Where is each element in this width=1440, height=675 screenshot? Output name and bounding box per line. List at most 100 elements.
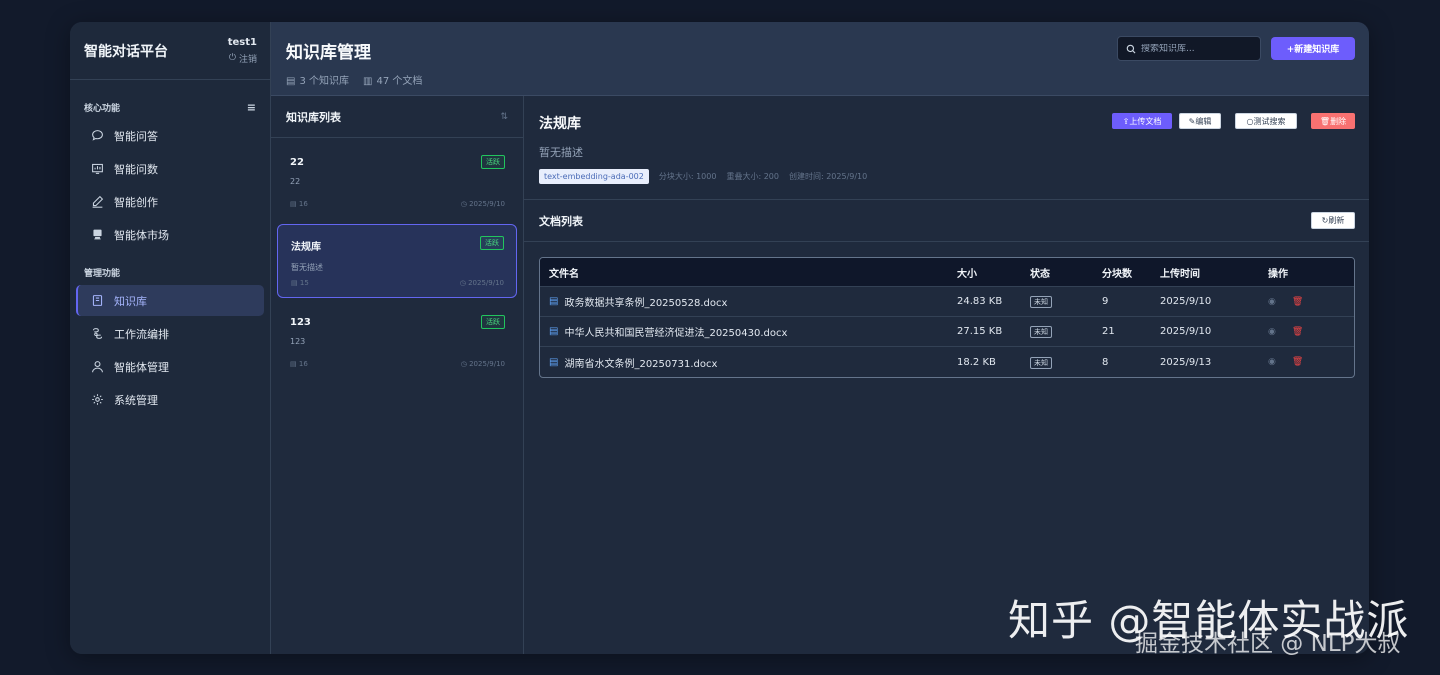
kb-card-docs-count: 15 (299, 279, 309, 287)
kb-card-docs-count: 16 (298, 200, 308, 208)
sidebar-item-data[interactable]: 智能问数 (76, 153, 264, 184)
trash-icon[interactable]: 🗑 (1292, 357, 1303, 367)
delete-button[interactable]: 🗑 删除 (1311, 113, 1355, 129)
kb-card-date-value: 2025/9/10 (469, 200, 505, 208)
section-core: 核心功能 ≡ (70, 101, 270, 114)
sidebar-item-system[interactable]: 系统管理 (76, 384, 264, 415)
chunk-size: 分块大小: 1000 (658, 172, 717, 181)
sort-icon[interactable]: ⇅ (500, 112, 508, 122)
doc-list-title: 文档列表 (539, 214, 583, 228)
doc-name-cell[interactable]: ▤ 中华人民共和国民营经济促进法_20250430.docx (540, 324, 957, 339)
col-upload-time: 上传时间 (1160, 268, 1200, 280)
doc-name-cell[interactable]: ▤ 政务数据共享条例_20250528.docx (540, 294, 957, 309)
kb-card[interactable]: 22 活跃 22 ▤ 16 ◷ 2025/9/10 (277, 144, 517, 218)
upload-icon: ⇪ (1122, 116, 1130, 126)
sidebar: 智能对话平台 test1 ⏻ 注销 核心功能 ≡ 智能问答 智能问数 智能创作 … (70, 22, 271, 654)
kb-list-title: 知识库列表 (286, 110, 341, 124)
table-row: ▤ 政务数据共享条例_20250528.docx 24.83 KB 未知 9 20… (540, 287, 1354, 317)
refresh-icon: ↻ (1321, 216, 1329, 225)
search-box[interactable] (1117, 36, 1261, 61)
doc-status-cell: 未知 (1030, 296, 1102, 308)
app-window: 智能对话平台 test1 ⏻ 注销 核心功能 ≡ 智能问答 智能问数 智能创作 … (70, 22, 1369, 654)
doc-actions: ◉ 🗑 (1268, 357, 1328, 367)
kb-detail-tags: text-embedding-ada-002 分块大小: 1000 重叠大小: … (539, 169, 1354, 184)
new-kb-button[interactable]: +新建知识库 (1271, 37, 1355, 60)
kb-count: ▤ 3 个知识库 (286, 72, 349, 87)
doc-upload-time: 2025/9/10 (1160, 326, 1212, 337)
main-area: 知识库管理 ▤3 个知识库 ▥47 个文档 +新建知识库 知识库列表 ⇅ 22 (271, 22, 1369, 654)
eye-icon[interactable]: ◉ (1268, 327, 1276, 337)
kb-card-date-value: 2025/9/10 (468, 279, 504, 287)
document-icon: ▤ (291, 279, 298, 287)
refresh-button[interactable]: ↻ 刷新 (1311, 212, 1355, 229)
file-icon: ▤ (549, 296, 559, 307)
kb-list-header: 知识库列表 ⇅ (271, 96, 523, 138)
col-chunks: 分块数 (1102, 268, 1132, 280)
doc-actions: ◉ 🗑 (1268, 297, 1328, 307)
sidebar-item-create[interactable]: 智能创作 (76, 186, 264, 217)
doc-name-cell[interactable]: ▤ 湖南省水文条例_20250731.docx (540, 355, 957, 370)
book-icon (92, 295, 103, 306)
kb-card-date-value: 2025/9/10 (469, 360, 505, 368)
doc-status-cell: 未知 (1030, 356, 1102, 369)
kb-detail-desc: 暂无描述 (539, 146, 583, 159)
kb-card-name: 法规库 (291, 242, 321, 253)
gear-icon (92, 394, 103, 405)
database-icon: ▤ (286, 76, 296, 87)
sidebar-item-label: 智能体管理 (114, 360, 169, 374)
content: 知识库列表 ⇅ 22 活跃 22 ▤ 16 ◷ 2025/9/10 法规库 活跃… (271, 96, 1369, 654)
sidebar-item-market[interactable]: 智能体市场 (76, 219, 264, 250)
trash-icon[interactable]: 🗑 (1292, 297, 1303, 307)
eye-icon[interactable]: ◉ (1268, 297, 1276, 307)
sidebar-item-label: 智能创作 (114, 195, 158, 209)
eye-icon[interactable]: ◉ (1268, 357, 1276, 367)
doc-status-cell: 未知 (1030, 326, 1102, 338)
brand-row: 智能对话平台 test1 ⏻ 注销 (70, 22, 270, 80)
kb-card-docs: ▤ 16 (290, 360, 308, 368)
upload-label: 上传文档 (1129, 116, 1162, 126)
embedding-model-tag: text-embedding-ada-002 (539, 169, 649, 184)
sidebar-item-label: 工作流编排 (114, 327, 169, 341)
kb-card-date: ◷ 2025/9/10 (461, 200, 505, 208)
search-input[interactable] (1141, 43, 1251, 54)
clock-icon: ◷ (460, 360, 467, 368)
kb-detail-panel: 法规库 暂无描述 text-embedding-ada-002 分块大小: 10… (524, 96, 1369, 654)
table-row: ▤ 湖南省水文条例_20250731.docx 18.2 KB 未知 8 2025… (540, 347, 1354, 377)
section-manage: 管理功能 (70, 266, 270, 279)
kb-card-desc: 123 (290, 337, 306, 346)
sidebar-item-label: 系统管理 (114, 393, 158, 407)
section-core-label: 核心功能 (84, 103, 121, 114)
user-panel: test1 ⏻ 注销 (228, 37, 257, 65)
sidebar-item-workflow[interactable]: 工作流编排 (76, 318, 264, 349)
kb-detail-header: 法规库 暂无描述 text-embedding-ada-002 分块大小: 10… (524, 96, 1369, 200)
doc-count-label: 47 个文档 (376, 76, 423, 87)
sidebar-item-kb[interactable]: 知识库 (76, 285, 264, 316)
chart-icon (92, 163, 103, 174)
doc-size: 24.83 KB (957, 296, 1003, 307)
edit-button[interactable]: ✎ 编辑 (1179, 113, 1221, 129)
edit-label: 编辑 (1195, 116, 1212, 126)
trash-icon[interactable]: 🗑 (1292, 327, 1303, 337)
search-icon: ○ (1246, 116, 1254, 126)
kb-card-desc: 22 (290, 177, 301, 186)
col-status: 状态 (1030, 268, 1050, 280)
sidebar-item-qa[interactable]: 智能问答 (76, 120, 264, 151)
user-icon (92, 361, 103, 373)
sidebar-item-label: 智能体市场 (114, 228, 169, 242)
kb-card-footer: ▤ 15 ◷ 2025/9/10 (291, 279, 504, 287)
doc-upload-time: 2025/9/13 (1160, 356, 1212, 368)
upload-button[interactable]: ⇪ 上传文档 (1112, 113, 1172, 129)
kb-card-selected[interactable]: 法规库 活跃 暂无描述 ▤ 15 ◷ 2025/9/10 (277, 224, 517, 298)
sidebar-item-agents[interactable]: 智能体管理 (76, 351, 264, 382)
status-badge: 活跃 (481, 155, 505, 169)
document-icon: ▤ (290, 360, 297, 368)
doc-name: 政务数据共享条例_20250528.docx (564, 298, 728, 309)
kb-card-desc: 暂无描述 (291, 263, 323, 272)
table-header: 文件名 大小 状态 分块数 上传时间 操作 (540, 258, 1354, 287)
kb-card[interactable]: 123 活跃 123 ▤ 16 ◷ 2025/9/10 (277, 304, 517, 378)
doc-chunks: 21 (1102, 326, 1115, 337)
overlap-size: 重叠大小: 200 (726, 172, 779, 181)
hamburger-icon[interactable]: ≡ (247, 101, 256, 114)
logout-button[interactable]: ⏻ 注销 (228, 52, 257, 65)
test-search-button[interactable]: ○ 测试搜索 (1235, 113, 1297, 129)
